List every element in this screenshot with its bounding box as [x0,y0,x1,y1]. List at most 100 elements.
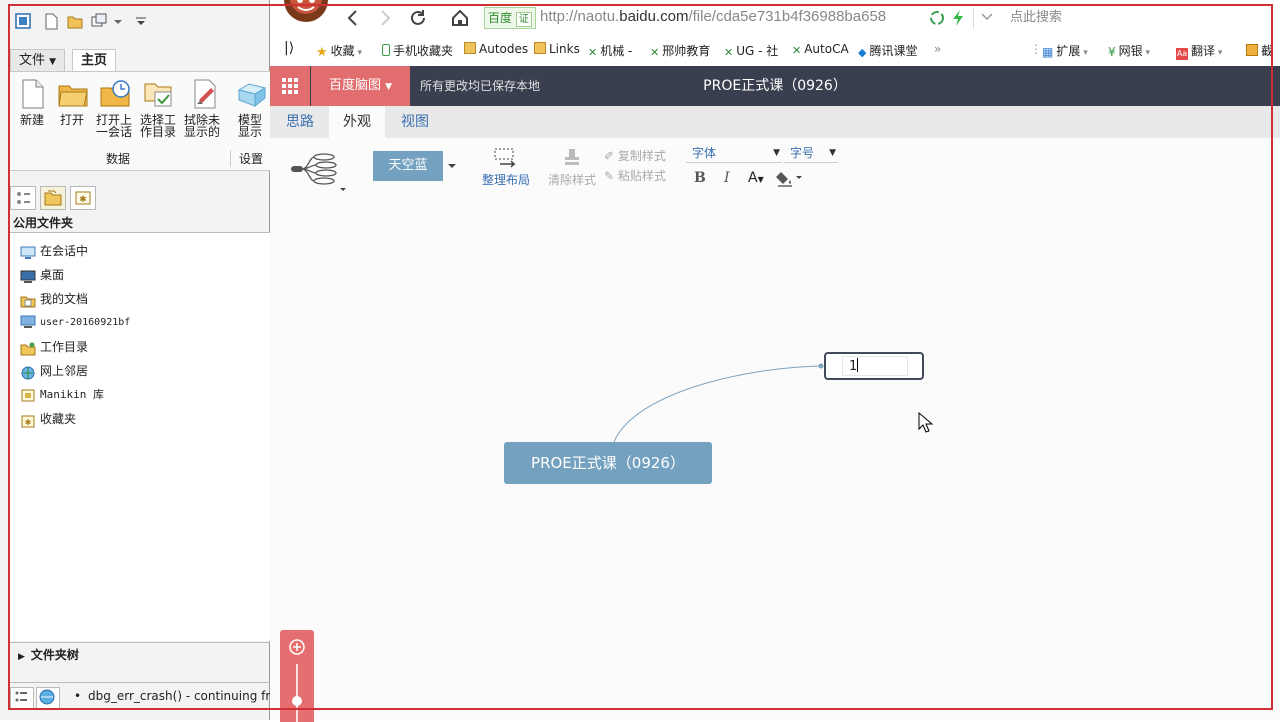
home-button[interactable] [450,8,470,31]
select-working-dir-button[interactable]: 选择工 作目录 [138,78,178,138]
tab-home[interactable]: 主页 [72,49,117,72]
lightning-icon[interactable] [951,9,965,30]
url-dropdown-icon[interactable] [973,8,994,29]
zoom-in-icon[interactable] [288,638,306,659]
screenshot-button[interactable]: 截 [1246,42,1273,59]
navigator-toggle-icon[interactable] [10,687,34,709]
translate-icon: Aa [1176,48,1188,60]
bookmark-label: AutoCA [804,42,849,56]
open-last-session-button[interactable]: 打开上 一会话 [94,78,134,138]
computer-icon [20,315,36,329]
model-tree-tab[interactable] [10,186,36,210]
extensions-button[interactable]: ▦ 扩展 ▾ [1042,42,1088,59]
folder-tree-toggle[interactable]: ▶ 文件夹树 [8,642,270,666]
bank-icon: ¥ [1108,45,1116,59]
template-picker[interactable] [288,146,352,192]
open-icon[interactable] [66,12,86,32]
child-node[interactable]: 1 [824,352,924,380]
bookmark-ug[interactable]: ✕ UG - 社 [724,42,778,59]
open-button[interactable]: 打开 [52,78,92,126]
chevron-down-icon: ▼ [49,57,57,67]
baidu-badge[interactable]: 百度 证 [484,7,536,29]
star-icon: ★ [316,45,328,60]
italic-button[interactable]: I [724,170,730,186]
erase-not-displayed-button[interactable]: 拭除未 显示的 [182,78,222,138]
bookmark-links[interactable]: Links [534,42,580,56]
branch-connector [613,363,824,443]
avatar[interactable] [284,0,328,22]
model-display-label: 模型 显示 [237,113,262,139]
font-size-select[interactable]: 字号 ▼ [784,143,838,163]
favorites-tab[interactable]: ✱ [70,186,96,210]
group-settings-label: 设置 [230,150,263,167]
folder-item-working-dir[interactable]: 工作目录 [20,336,88,358]
reload-button[interactable] [408,8,428,31]
root-node[interactable]: PROE正式课（0926） [504,442,712,484]
bank-button[interactable]: ¥ 网银 ▾ [1108,42,1150,59]
recycle-icon[interactable] [929,10,945,29]
bookmark-mobile[interactable]: 手机收藏夹 [382,42,453,59]
folder-item-manikin[interactable]: Manikin 库 [20,384,104,406]
bookmark-label: 收藏 [330,44,355,58]
folder-item-in-session[interactable]: 在会话中 [20,240,88,262]
tab-file[interactable]: 文件 ▼ [10,49,66,73]
tab-view[interactable]: 视图 [387,106,443,138]
background-color-button[interactable] [776,168,804,188]
browser-toggle-icon[interactable] [36,687,60,709]
open-label: 打开 [59,113,84,127]
font-color-button[interactable]: A▼ [744,168,770,188]
bold-button[interactable]: B [694,170,706,186]
tab-appearance[interactable]: 外观 [329,106,385,138]
bookmark-xingshuai[interactable]: ✕ 邢帅教育 [650,42,710,59]
bookmark-mechanical[interactable]: ✕ 机械 - [588,42,632,59]
search-input[interactable]: 点此搜索 [1000,8,1280,28]
svg-text:✱: ✱ [25,418,32,427]
erase-icon [187,78,217,109]
back-button[interactable] [344,8,362,31]
screenshot-icon [1246,44,1258,56]
open-last-session-label: 打开上 一会话 [95,113,132,139]
copy-style-button[interactable]: ✐ 复制样式 [604,147,666,164]
theme-dropdown-icon[interactable] [447,160,457,174]
paste-style-button[interactable]: ✎ 粘贴样式 [604,167,666,184]
tab-idea[interactable]: 思路 [272,106,328,138]
folder-item-label: 在会话中 [40,244,89,258]
dropdown-arrow-icon[interactable] [112,12,132,32]
brush-icon [544,146,600,171]
clear-style-label: 清除样式 [547,173,596,187]
bookmark-autocad[interactable]: ✕ AutoCA [792,42,849,57]
bookmark-label: Links [549,42,580,56]
app-menu-icon[interactable] [14,12,34,32]
bookmark-label: 腾讯课堂 [869,44,918,58]
model-display-button[interactable]: 模型 显示 [230,78,270,138]
folder-item-label: user-20160921bf [40,317,131,328]
baidu-badge-label: 百度 [488,11,513,25]
new-icon[interactable] [42,12,62,32]
child-node-editor[interactable]: 1 [842,356,908,376]
folder-item-computer[interactable]: user-20160921bf [20,312,130,334]
folder-item-desktop[interactable]: 桌面 [20,264,64,286]
folder-item-favorites[interactable]: ✱ 收藏夹 [20,408,76,430]
arrange-layout-button[interactable]: 整理布局 [478,146,534,188]
clear-style-button[interactable]: 清除样式 [544,146,600,188]
paste-style-icon: ✎ [604,169,618,183]
folder-browser-tab[interactable] [40,186,66,210]
new-button[interactable]: 新建 [12,78,52,126]
sidebar-toggle-icon[interactable]: |⟩ [284,40,294,56]
translate-button[interactable]: Aa 翻译 ▾ [1176,42,1222,60]
windows-icon[interactable] [90,12,110,32]
new-label: 新建 [19,113,44,127]
bookmark-favorites[interactable]: ★ 收藏 ▾ [316,42,362,60]
forward-button[interactable] [376,8,394,31]
bookmark-tencent-class[interactable]: ◆ 腾讯课堂 [858,42,917,59]
mindmap-canvas[interactable]: PROE正式课（0926） 1 [270,198,1280,722]
zoom-thumb[interactable] [292,696,302,706]
bookmark-autodes[interactable]: Autodes [464,42,528,56]
theme-button[interactable]: 天空蓝 [373,151,443,181]
zoom-track[interactable] [296,664,298,722]
customize-qat-icon[interactable] [134,12,154,32]
folder-item-my-documents[interactable]: 我的文档 [20,288,88,310]
folder-item-network[interactable]: 网上邻居 [20,360,88,382]
more-bookmarks-button[interactable]: » [934,42,941,56]
font-family-select[interactable]: 字体 ▼ [686,143,782,163]
